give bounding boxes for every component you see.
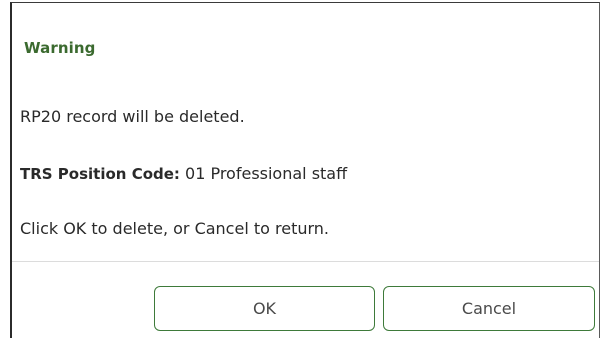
- cancel-button[interactable]: Cancel: [383, 286, 595, 331]
- trs-position-code-label: TRS Position Code:: [20, 165, 180, 183]
- instruction-text: Click OK to delete, or Cancel to return.: [20, 219, 330, 238]
- trs-position-code-row: TRS Position Code: 01 Professional staff: [20, 164, 347, 183]
- warning-dialog: Warning RP20 record will be deleted. TRS…: [10, 2, 600, 338]
- ok-button[interactable]: OK: [154, 286, 375, 331]
- delete-message: RP20 record will be deleted.: [20, 107, 245, 126]
- button-divider: [12, 261, 599, 262]
- dialog-title: Warning: [24, 39, 96, 57]
- trs-position-code-value: 01 Professional staff: [179, 164, 348, 183]
